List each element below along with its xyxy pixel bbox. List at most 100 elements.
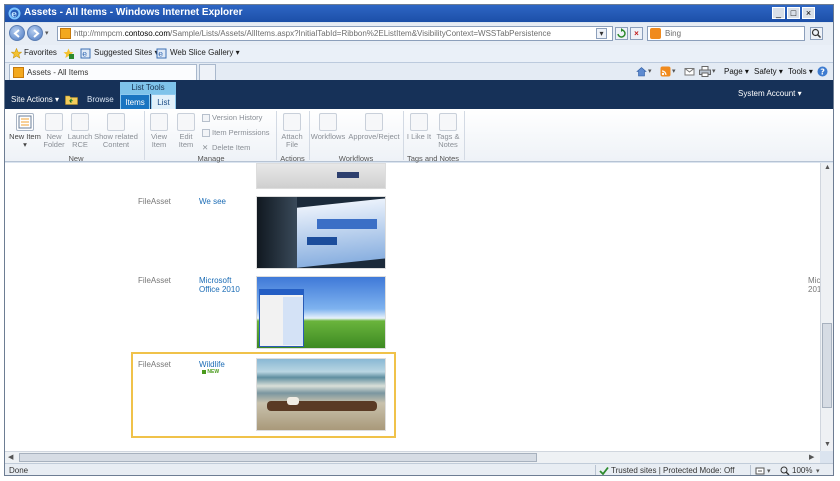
zoom-level[interactable]: 100%	[792, 466, 812, 475]
edit-item-button[interactable]: Edit Item	[173, 113, 199, 149]
tab-bar: Assets - All Items ▾ ▾ ▾ Page ▾ Safety ▾…	[5, 63, 833, 80]
list-tools-label: List Tools	[120, 82, 176, 94]
edit-item-icon	[177, 113, 195, 131]
ribbon: New Item ▾ New Folder Launch RCE Show re…	[5, 109, 833, 163]
address-row: ▾ http://mmpcm.contoso.com/Sample/Lists/…	[5, 23, 833, 45]
ribbon-separator	[144, 111, 145, 160]
stop-button[interactable]: ×	[630, 27, 643, 40]
version-history-button[interactable]: Version History	[202, 113, 262, 123]
zoom-dropdown-icon[interactable]: ▾	[816, 467, 820, 475]
scroll-down-icon[interactable]: ▼	[824, 441, 831, 448]
horizontal-scrollbar[interactable]: ◀ ▶	[5, 451, 820, 463]
tags-notes-label: Tags & Notes	[436, 132, 460, 149]
tab-list[interactable]: List	[151, 94, 176, 109]
search-button[interactable]	[810, 27, 823, 40]
suggested-sites-link[interactable]: Suggested Sites ▾	[94, 48, 159, 57]
scroll-right-icon[interactable]: ▶	[809, 453, 814, 461]
attach-file-icon	[283, 113, 301, 131]
navigate-up-folder-icon[interactable]	[65, 94, 78, 105]
approve-reject-label: Approve/Reject	[348, 132, 400, 141]
new-folder-button[interactable]: New Folder	[41, 113, 67, 149]
add-favorites-icon[interactable]	[63, 48, 74, 59]
tab-items[interactable]: Items	[120, 94, 150, 109]
svg-text:e: e	[11, 10, 17, 20]
feeds-dropdown-icon[interactable]: ▾	[672, 67, 676, 75]
tags-notes-button[interactable]: Tags & Notes	[434, 113, 462, 149]
version-history-icon	[202, 114, 210, 123]
home-icon[interactable]	[636, 66, 647, 77]
scroll-up-icon[interactable]: ▲	[824, 164, 831, 171]
workflows-group-label: Workflows	[338, 154, 374, 163]
actions-group-label: Actions	[280, 154, 305, 163]
launch-rce-button[interactable]: Launch RCE	[67, 113, 93, 149]
tags-notes-icon	[439, 113, 457, 131]
i-like-it-label: I Like It	[406, 132, 432, 141]
protected-mode-icon[interactable]	[755, 466, 765, 476]
ribbon-separator	[276, 111, 277, 160]
vertical-scrollbar[interactable]: ▲ ▼	[820, 163, 833, 451]
browser-tab[interactable]: Assets - All Items	[9, 64, 197, 80]
delete-item-button[interactable]: ✕ Delete Item	[202, 143, 250, 152]
launch-rce-label: Launch RCE	[67, 132, 93, 149]
asset-name-link[interactable]: We see	[199, 197, 249, 206]
feeds-icon[interactable]	[660, 66, 671, 77]
print-icon[interactable]	[699, 66, 711, 77]
asset-name-link[interactable]: Microsoft Office 2010	[199, 276, 254, 294]
search-placeholder: Bing	[665, 29, 682, 38]
status-separator	[750, 465, 751, 475]
tab-browse[interactable]: Browse	[87, 95, 114, 104]
page-icon	[60, 28, 71, 39]
refresh-compat-button[interactable]	[615, 27, 628, 40]
minimize-button[interactable]: _	[772, 7, 785, 19]
protected-mode-dropdown-icon[interactable]: ▾	[767, 467, 771, 475]
window-title: Assets - All Items - Windows Internet Ex…	[24, 7, 243, 18]
site-actions-menu[interactable]: Site Actions ▾	[11, 95, 59, 104]
launch-rce-icon	[71, 113, 89, 131]
view-item-button[interactable]: View Item	[146, 113, 172, 149]
back-button[interactable]	[9, 25, 25, 41]
new-item-button[interactable]: New Item ▾	[9, 113, 41, 149]
address-bar[interactable]: http://mmpcm.contoso.com/Sample/Lists/As…	[57, 26, 613, 41]
maximize-button[interactable]: □	[787, 7, 800, 19]
i-like-it-button[interactable]: I Like It	[405, 113, 433, 141]
help-icon[interactable]: ?	[817, 66, 828, 77]
recent-pages-chevron-icon[interactable]: ▾	[45, 29, 49, 37]
asset-thumbnail[interactable]	[256, 163, 386, 189]
asset-thumbnail[interactable]	[256, 196, 386, 269]
web-slice-icon: e	[156, 48, 167, 59]
attach-file-button[interactable]: Attach File	[278, 113, 306, 149]
account-menu[interactable]: System Account ▾	[738, 89, 802, 98]
title-bar: e Assets - All Items - Windows Internet …	[5, 5, 833, 22]
asset-type: FileAsset	[138, 276, 171, 285]
i-like-it-icon	[410, 113, 428, 131]
vertical-scroll-thumb[interactable]	[822, 323, 832, 408]
forward-button[interactable]	[27, 25, 43, 41]
attach-file-label: Attach File	[281, 132, 303, 149]
address-dropdown-icon[interactable]: ▾	[596, 28, 607, 39]
tools-menu[interactable]: Tools ▾	[788, 67, 813, 76]
trusted-check-icon	[599, 466, 609, 475]
show-related-content-button[interactable]: Show related Content	[93, 113, 139, 149]
favorites-button[interactable]: Favorites	[24, 48, 57, 57]
page-menu[interactable]: Page ▾	[724, 67, 749, 76]
web-slice-gallery-link[interactable]: Web Slice Gallery ▾	[170, 48, 240, 57]
item-permissions-button[interactable]: Item Permissions	[202, 128, 270, 138]
new-tab-button[interactable]	[199, 64, 216, 80]
search-box[interactable]: Bing	[647, 26, 805, 41]
address-url[interactable]: http://mmpcm.contoso.com/Sample/Lists/As…	[74, 29, 551, 38]
tags-group-label: Tags and Notes	[406, 154, 460, 163]
asset-thumbnail[interactable]	[256, 276, 386, 349]
home-dropdown-icon[interactable]: ▾	[648, 67, 652, 75]
zoom-icon	[780, 466, 790, 475]
workflows-button[interactable]: Workflows	[310, 113, 346, 141]
workflows-label: Workflows	[310, 132, 346, 141]
search-icon	[811, 28, 822, 39]
close-button[interactable]: ×	[802, 7, 815, 19]
security-zone[interactable]: Trusted sites | Protected Mode: Off	[611, 466, 734, 475]
read-mail-icon[interactable]	[684, 66, 695, 77]
safety-menu[interactable]: Safety ▾	[754, 67, 783, 76]
scroll-left-icon[interactable]: ◀	[8, 453, 13, 461]
print-dropdown-icon[interactable]: ▾	[712, 67, 716, 75]
approve-reject-button[interactable]: Approve/Reject	[348, 113, 400, 141]
horizontal-scroll-thumb[interactable]	[19, 453, 537, 462]
